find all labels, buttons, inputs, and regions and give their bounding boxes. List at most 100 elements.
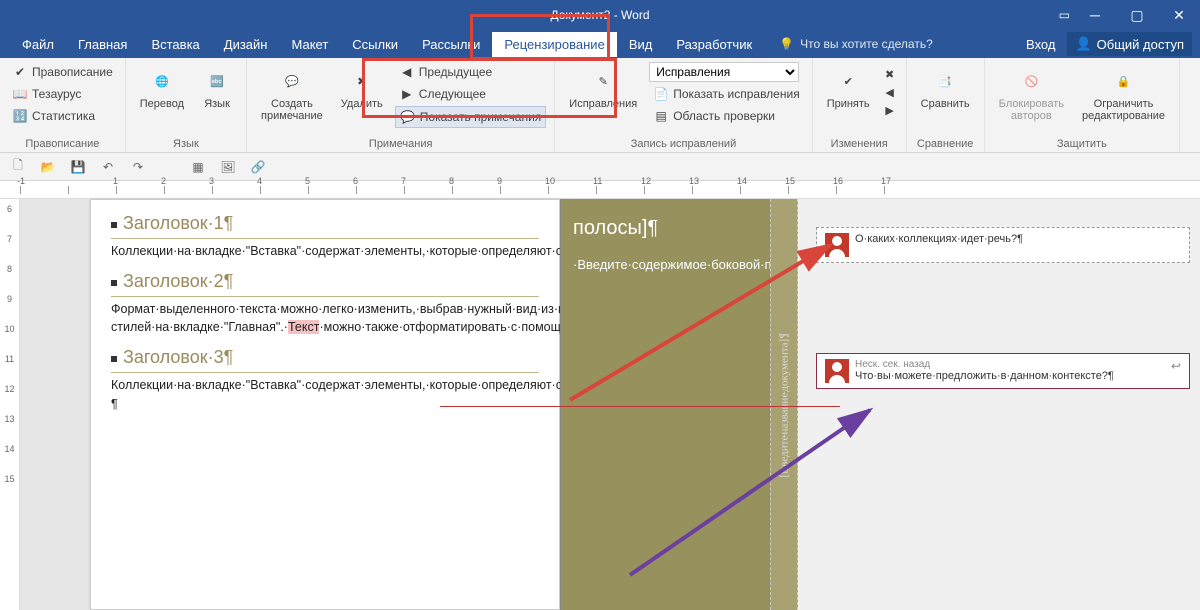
share-icon: 👤 bbox=[1075, 36, 1091, 52]
track-changes-button[interactable]: ✎Исправления bbox=[563, 62, 643, 114]
share-button[interactable]: 👤 Общий доступ bbox=[1067, 32, 1192, 56]
thesaurus-button[interactable]: 📖Тезаурус bbox=[8, 84, 117, 104]
new-comment-button[interactable]: 💬Создать примечание bbox=[255, 62, 329, 126]
show-markup-button[interactable]: 📄Показать исправления bbox=[649, 84, 804, 104]
group-label-comments: Примечания bbox=[255, 136, 546, 150]
link-icon[interactable]: 🔗 bbox=[248, 157, 268, 177]
table-icon[interactable]: ▦ bbox=[188, 157, 208, 177]
close-button[interactable]: ✕ bbox=[1158, 0, 1200, 30]
next-change-icon[interactable]: ▶ bbox=[882, 102, 898, 118]
statistics-button[interactable]: 🔢Статистика bbox=[8, 106, 117, 126]
next-comment-button[interactable]: ▶Следующее bbox=[395, 84, 547, 104]
spelling-button[interactable]: ✔Правописание bbox=[8, 62, 117, 82]
display-for-review-combo[interactable]: Исправления bbox=[649, 62, 799, 82]
pane-icon: ▤ bbox=[653, 108, 669, 124]
redo-icon[interactable]: ↷ bbox=[128, 157, 148, 177]
tab-insert[interactable]: Вставка bbox=[139, 32, 211, 57]
tab-layout[interactable]: Макет bbox=[279, 32, 340, 57]
window-title: Документ2 - Word bbox=[550, 8, 649, 22]
comments-icon: 💬 bbox=[400, 109, 416, 125]
reply-icon[interactable]: ↩ bbox=[1171, 359, 1181, 373]
group-comments: 💬Создать примечание ✖Удалить ◀Предыдущее… bbox=[247, 58, 555, 152]
lightbulb-icon: 💡 bbox=[779, 37, 794, 51]
restrict-editing-button[interactable]: 🔒Ограничить редактирование bbox=[1076, 62, 1171, 126]
reviewing-pane-button[interactable]: ▤Область проверки bbox=[649, 106, 804, 126]
save-icon[interactable]: 💾 bbox=[68, 157, 88, 177]
group-label-proofing: Правописание bbox=[8, 136, 117, 150]
group-tracking: ✎Исправления Исправления 📄Показать испра… bbox=[555, 58, 812, 152]
accept-icon: ✔ bbox=[833, 66, 863, 96]
comment-text: Что·вы·можете·предложить·в·данном·контек… bbox=[855, 370, 1165, 382]
tab-references[interactable]: Ссылки bbox=[340, 32, 410, 57]
vertical-ruler[interactable]: 6789101112131415 bbox=[0, 199, 20, 610]
document-area: 6789101112131415 Заголовок·1¶ Коллекции·… bbox=[0, 199, 1200, 610]
comment-1[interactable]: О·каких·коллекциях·идет·речь?¶ bbox=[816, 227, 1190, 263]
group-label-protect: Защитить bbox=[993, 136, 1171, 150]
picture-icon[interactable]: 🖼 bbox=[218, 157, 238, 177]
tab-file[interactable]: Файл bbox=[10, 32, 66, 57]
group-label-language: Язык bbox=[134, 136, 238, 150]
group-label-tracking: Запись исправлений bbox=[563, 136, 803, 150]
ribbon-options-icon[interactable]: ▭ bbox=[1059, 8, 1070, 22]
new-comment-icon: 💬 bbox=[277, 66, 307, 96]
group-compare: 📑Сравнить Сравнение bbox=[907, 58, 985, 152]
horizontal-ruler[interactable]: -11234567891011121314151617 bbox=[0, 181, 1200, 199]
comment-text: О·каких·коллекциях·идет·речь?¶ bbox=[855, 233, 1181, 245]
undo-icon[interactable]: ↶ bbox=[98, 157, 118, 177]
avatar-icon bbox=[825, 233, 849, 257]
compare-icon: 📑 bbox=[930, 66, 960, 96]
minimize-button[interactable]: ─ bbox=[1074, 0, 1116, 30]
tab-mailings[interactable]: Рассылки bbox=[410, 32, 492, 57]
compare-button[interactable]: 📑Сравнить bbox=[915, 62, 976, 114]
tab-developer[interactable]: Разработчик bbox=[664, 32, 764, 57]
group-changes: ✔Принять ✖ ◀ ▶ Изменения bbox=[813, 58, 907, 152]
titlebar: Документ2 - Word ▭ ─ ▢ ✕ bbox=[0, 0, 1200, 30]
ribbon: ✔Правописание 📖Тезаурус 🔢Статистика Прав… bbox=[0, 58, 1200, 153]
group-language: 🌐Перевод 🔤Язык Язык bbox=[126, 58, 247, 152]
comment-connector-line bbox=[440, 406, 840, 407]
globe-icon: 🔤 bbox=[202, 66, 232, 96]
block-icon: 🚫 bbox=[1016, 66, 1046, 96]
avatar-icon bbox=[825, 359, 849, 383]
open-icon[interactable]: 📂 bbox=[38, 157, 58, 177]
stats-icon: 🔢 bbox=[12, 108, 28, 124]
heading-3: Заголовок·3¶ bbox=[111, 344, 539, 373]
document-page[interactable]: Заголовок·1¶ Коллекции·на·вкладке·"Встав… bbox=[90, 199, 560, 610]
new-doc-icon[interactable]: 🗋 bbox=[8, 157, 28, 177]
group-label-compare: Сравнение bbox=[915, 136, 976, 150]
sign-in-link[interactable]: Вход bbox=[1026, 37, 1055, 52]
prev-change-icon[interactable]: ◀ bbox=[882, 84, 898, 100]
paragraph-empty: ¶ bbox=[111, 395, 539, 413]
sidebar-title: полосы]¶ bbox=[573, 209, 757, 247]
prev-icon: ◀ bbox=[399, 64, 415, 80]
sidebar-column[interactable]: полосы]¶ ·Введите·содержимое·боковой·пол… bbox=[560, 199, 770, 610]
language-button[interactable]: 🔤Язык bbox=[196, 62, 238, 114]
tab-home[interactable]: Главная bbox=[66, 32, 139, 57]
translate-button[interactable]: 🌐Перевод bbox=[134, 62, 190, 114]
restrict-icon: 🔒 bbox=[1109, 66, 1139, 96]
tab-design[interactable]: Дизайн bbox=[212, 32, 280, 57]
translate-icon: 🌐 bbox=[147, 66, 177, 96]
next-icon: ▶ bbox=[399, 86, 415, 102]
tell-me-search[interactable]: 💡 Что вы хотите сделать? bbox=[779, 37, 933, 51]
group-protect: 🚫Блокировать авторов 🔒Ограничить редакти… bbox=[985, 58, 1180, 152]
delete-comment-button[interactable]: ✖Удалить bbox=[335, 62, 389, 114]
tab-view[interactable]: Вид bbox=[617, 32, 665, 57]
prev-comment-button[interactable]: ◀Предыдущее bbox=[395, 62, 547, 82]
accept-button[interactable]: ✔Принять bbox=[821, 62, 876, 114]
book-icon: 📖 bbox=[12, 86, 28, 102]
heading-1: Заголовок·1¶ bbox=[111, 210, 539, 239]
tab-review[interactable]: Рецензирование bbox=[492, 32, 616, 57]
track-icon: ✎ bbox=[588, 66, 618, 96]
comment-timestamp: Неск. сек. назад bbox=[855, 359, 1165, 370]
comment-2[interactable]: Неск. сек. назад Что·вы·можете·предложит… bbox=[816, 353, 1190, 389]
maximize-button[interactable]: ▢ bbox=[1116, 0, 1158, 30]
show-comments-button[interactable]: 💬Показать примечания bbox=[395, 106, 547, 128]
reject-icon[interactable]: ✖ bbox=[882, 66, 898, 82]
block-authors-button: 🚫Блокировать авторов bbox=[993, 62, 1070, 126]
highlighted-word: Текст bbox=[288, 320, 319, 334]
comments-pane: О·каких·коллекциях·идет·речь?¶ Неск. сек… bbox=[798, 199, 1200, 610]
markup-icon: 📄 bbox=[653, 86, 669, 102]
paragraph-2: Формат·выделенного·текста·можно·легко·из… bbox=[111, 300, 539, 336]
sidebar-placeholder[interactable]: [Введите·название·документа]¶ bbox=[770, 199, 798, 610]
